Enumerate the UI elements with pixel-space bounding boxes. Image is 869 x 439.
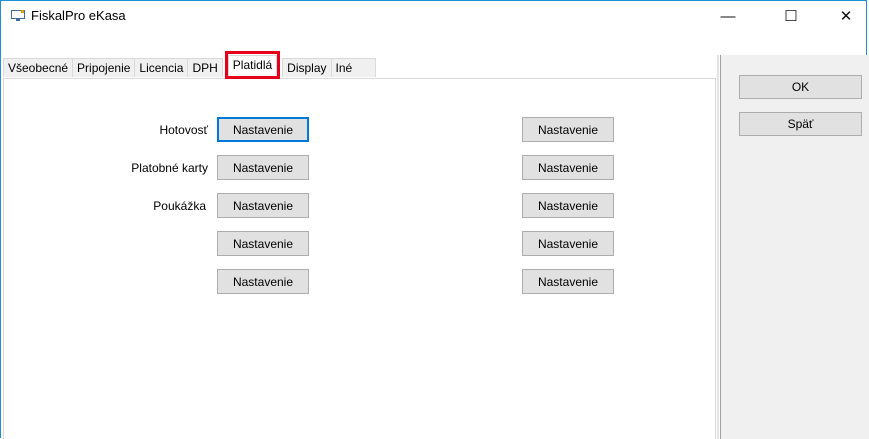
- tab-display[interactable]: Display: [282, 58, 332, 77]
- left-settings-button-5[interactable]: Nastavenie: [217, 269, 309, 294]
- pane-divider: [717, 55, 719, 439]
- left-settings-button-4[interactable]: Nastavenie: [217, 231, 309, 256]
- right-settings-button-2[interactable]: Nastavenie: [522, 155, 614, 180]
- right-settings-button-4[interactable]: Nastavenie: [522, 231, 614, 256]
- payments-panel: Hotovosť Platobné karty Poukážka Nastave…: [3, 78, 716, 439]
- left-settings-button-2[interactable]: Nastavenie: [217, 155, 309, 180]
- right-settings-button-5[interactable]: Nastavenie: [522, 269, 614, 294]
- tab-pripojenie[interactable]: Pripojenie: [72, 58, 136, 77]
- tab-dph[interactable]: DPH: [187, 58, 223, 77]
- tab-licencia[interactable]: Licencia: [134, 58, 189, 77]
- maximize-icon: ☐: [784, 8, 798, 25]
- app-window: FiskalPro eKasa — ☐ ✕ Všeobecné Pripojen…: [0, 0, 869, 439]
- action-pane: OK Späť: [720, 55, 869, 439]
- maximize-button[interactable]: ☐: [769, 1, 813, 31]
- tab-platidla[interactable]: Platidlá: [224, 51, 281, 79]
- tab-vseobecne[interactable]: Všeobecné: [3, 58, 74, 77]
- right-settings-button-3[interactable]: Nastavenie: [522, 193, 614, 218]
- label-platobne-karty: Platobné karty: [131, 161, 208, 175]
- label-hotovost: Hotovosť: [159, 123, 208, 137]
- left-settings-button-3[interactable]: Nastavenie: [217, 193, 309, 218]
- minimize-button[interactable]: —: [706, 1, 750, 31]
- minimize-icon: —: [720, 7, 736, 25]
- label-poukazka: Poukážka: [153, 199, 206, 213]
- ok-button[interactable]: OK: [739, 75, 862, 99]
- left-settings-button-1[interactable]: Nastavenie: [217, 117, 309, 142]
- close-icon: ✕: [839, 8, 853, 25]
- title-bar: FiskalPro eKasa — ☐ ✕: [1, 1, 866, 31]
- close-button[interactable]: ✕: [824, 1, 868, 31]
- tab-ine[interactable]: Iné: [330, 58, 376, 77]
- monitor-icon: [11, 10, 25, 22]
- right-settings-button-1[interactable]: Nastavenie: [522, 117, 614, 142]
- tab-strip: Všeobecné Pripojenie Licencia DPH Platid…: [3, 51, 376, 79]
- window-title: FiskalPro eKasa: [31, 8, 126, 23]
- back-button[interactable]: Späť: [739, 112, 862, 136]
